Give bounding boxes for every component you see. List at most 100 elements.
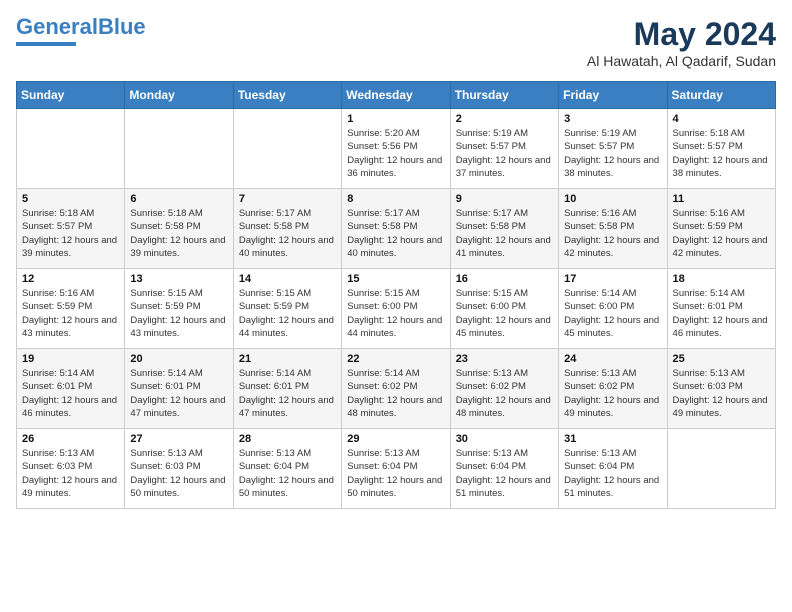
weekday-header-tuesday: Tuesday <box>233 82 341 109</box>
day-number: 23 <box>456 353 553 365</box>
weekday-header-monday: Monday <box>125 82 233 109</box>
calendar-cell: 25 Sunrise: 5:13 AMSunset: 6:03 PMDayligh… <box>667 349 775 429</box>
day-number: 3 <box>564 113 661 125</box>
day-number: 1 <box>347 113 444 125</box>
day-number: 22 <box>347 353 444 365</box>
day-number: 29 <box>347 433 444 445</box>
day-info: Sunrise: 5:15 AMSunset: 5:59 PMDaylight:… <box>239 287 336 340</box>
day-info: Sunrise: 5:14 AMSunset: 6:02 PMDaylight:… <box>347 367 444 420</box>
month-title: May 2024 <box>587 16 776 53</box>
day-info: Sunrise: 5:16 AMSunset: 5:58 PMDaylight:… <box>564 207 661 260</box>
day-number: 11 <box>673 193 770 205</box>
calendar-cell: 14 Sunrise: 5:15 AMSunset: 5:59 PMDayligh… <box>233 269 341 349</box>
day-info: Sunrise: 5:17 AMSunset: 5:58 PMDaylight:… <box>347 207 444 260</box>
day-info: Sunrise: 5:19 AMSunset: 5:57 PMDaylight:… <box>564 127 661 180</box>
day-number: 19 <box>22 353 119 365</box>
day-number: 16 <box>456 273 553 285</box>
day-info: Sunrise: 5:14 AMSunset: 6:00 PMDaylight:… <box>564 287 661 340</box>
weekday-header-row: SundayMondayTuesdayWednesdayThursdayFrid… <box>17 82 776 109</box>
day-number: 6 <box>130 193 227 205</box>
day-info: Sunrise: 5:14 AMSunset: 6:01 PMDaylight:… <box>239 367 336 420</box>
calendar-cell: 16 Sunrise: 5:15 AMSunset: 6:00 PMDayligh… <box>450 269 558 349</box>
logo-text: GeneralBlue <box>16 16 146 38</box>
calendar-cell: 11Sunrise: 5:16 AMSunset: 5:59 PMDayligh… <box>667 189 775 269</box>
day-info: Sunrise: 5:17 AMSunset: 5:58 PMDaylight:… <box>239 207 336 260</box>
day-number: 27 <box>130 433 227 445</box>
calendar-cell: 3 Sunrise: 5:19 AMSunset: 5:57 PMDaylight… <box>559 109 667 189</box>
calendar-cell: 17 Sunrise: 5:14 AMSunset: 6:00 PMDayligh… <box>559 269 667 349</box>
day-number: 21 <box>239 353 336 365</box>
day-number: 2 <box>456 113 553 125</box>
day-number: 31 <box>564 433 661 445</box>
location-title: Al Hawatah, Al Qadarif, Sudan <box>587 53 776 69</box>
day-number: 20 <box>130 353 227 365</box>
day-number: 8 <box>347 193 444 205</box>
day-number: 12 <box>22 273 119 285</box>
day-number: 24 <box>564 353 661 365</box>
day-info: Sunrise: 5:16 AMSunset: 5:59 PMDaylight:… <box>22 287 119 340</box>
day-info: Sunrise: 5:13 AMSunset: 6:04 PMDaylight:… <box>239 447 336 500</box>
logo-bar <box>16 42 76 46</box>
day-number: 4 <box>673 113 770 125</box>
calendar-cell: 18 Sunrise: 5:14 AMSunset: 6:01 PMDayligh… <box>667 269 775 349</box>
day-number: 15 <box>347 273 444 285</box>
weekday-header-saturday: Saturday <box>667 82 775 109</box>
weekday-header-thursday: Thursday <box>450 82 558 109</box>
day-info: Sunrise: 5:17 AMSunset: 5:58 PMDaylight:… <box>456 207 553 260</box>
calendar-cell: 20 Sunrise: 5:14 AMSunset: 6:01 PMDayligh… <box>125 349 233 429</box>
calendar-week-row: 1Sunrise: 5:20 AMSunset: 5:56 PMDaylight… <box>17 109 776 189</box>
day-info: Sunrise: 5:14 AMSunset: 6:01 PMDaylight:… <box>673 287 770 340</box>
day-number: 18 <box>673 273 770 285</box>
calendar-cell: 26 Sunrise: 5:13 AMSunset: 6:03 PMDayligh… <box>17 429 125 509</box>
calendar-cell: 19Sunrise: 5:14 AMSunset: 6:01 PMDayligh… <box>17 349 125 429</box>
calendar-cell: 12 Sunrise: 5:16 AMSunset: 5:59 PMDayligh… <box>17 269 125 349</box>
day-number: 9 <box>456 193 553 205</box>
logo-general: General <box>16 14 98 39</box>
day-number: 25 <box>673 353 770 365</box>
day-number: 5 <box>22 193 119 205</box>
calendar-cell: 23 Sunrise: 5:13 AMSunset: 6:02 PMDayligh… <box>450 349 558 429</box>
calendar-cell: 9 Sunrise: 5:17 AMSunset: 5:58 PMDaylight… <box>450 189 558 269</box>
title-section: May 2024 Al Hawatah, Al Qadarif, Sudan <box>587 16 776 69</box>
logo: GeneralBlue <box>16 16 146 46</box>
calendar-cell: 2 Sunrise: 5:19 AMSunset: 5:57 PMDaylight… <box>450 109 558 189</box>
day-info: Sunrise: 5:15 AMSunset: 6:00 PMDaylight:… <box>456 287 553 340</box>
calendar-cell: 6Sunrise: 5:18 AMSunset: 5:58 PMDaylight… <box>125 189 233 269</box>
day-number: 26 <box>22 433 119 445</box>
calendar-cell <box>125 109 233 189</box>
day-number: 10 <box>564 193 661 205</box>
weekday-header-friday: Friday <box>559 82 667 109</box>
weekday-header-wednesday: Wednesday <box>342 82 450 109</box>
calendar-cell: 21 Sunrise: 5:14 AMSunset: 6:01 PMDayligh… <box>233 349 341 429</box>
calendar-cell: 28 Sunrise: 5:13 AMSunset: 6:04 PMDayligh… <box>233 429 341 509</box>
day-info: Sunrise: 5:13 AMSunset: 6:02 PMDaylight:… <box>456 367 553 420</box>
day-info: Sunrise: 5:19 AMSunset: 5:57 PMDaylight:… <box>456 127 553 180</box>
weekday-header-sunday: Sunday <box>17 82 125 109</box>
day-info: Sunrise: 5:13 AMSunset: 6:03 PMDaylight:… <box>22 447 119 500</box>
day-number: 7 <box>239 193 336 205</box>
page-header: GeneralBlue May 2024 Al Hawatah, Al Qada… <box>16 16 776 69</box>
day-number: 17 <box>564 273 661 285</box>
calendar-cell <box>667 429 775 509</box>
calendar-cell: 8 Sunrise: 5:17 AMSunset: 5:58 PMDaylight… <box>342 189 450 269</box>
calendar-cell: 7 Sunrise: 5:17 AMSunset: 5:58 PMDaylight… <box>233 189 341 269</box>
day-info: Sunrise: 5:13 AMSunset: 6:04 PMDaylight:… <box>347 447 444 500</box>
calendar-cell: 15Sunrise: 5:15 AMSunset: 6:00 PMDayligh… <box>342 269 450 349</box>
calendar-week-row: 26 Sunrise: 5:13 AMSunset: 6:03 PMDayligh… <box>17 429 776 509</box>
calendar-cell: 22 Sunrise: 5:14 AMSunset: 6:02 PMDayligh… <box>342 349 450 429</box>
calendar-cell <box>233 109 341 189</box>
day-info: Sunrise: 5:13 AMSunset: 6:02 PMDaylight:… <box>564 367 661 420</box>
calendar-cell: 5Sunrise: 5:18 AMSunset: 5:57 PMDaylight… <box>17 189 125 269</box>
calendar-cell <box>17 109 125 189</box>
calendar-cell: 13Sunrise: 5:15 AMSunset: 5:59 PMDayligh… <box>125 269 233 349</box>
calendar-cell: 24 Sunrise: 5:13 AMSunset: 6:02 PMDayligh… <box>559 349 667 429</box>
calendar-cell: 31Sunrise: 5:13 AMSunset: 6:04 PMDayligh… <box>559 429 667 509</box>
calendar-cell: 10 Sunrise: 5:16 AMSunset: 5:58 PMDayligh… <box>559 189 667 269</box>
day-info: Sunrise: 5:13 AMSunset: 6:03 PMDaylight:… <box>673 367 770 420</box>
calendar-cell: 30Sunrise: 5:13 AMSunset: 6:04 PMDayligh… <box>450 429 558 509</box>
day-number: 14 <box>239 273 336 285</box>
day-number: 13 <box>130 273 227 285</box>
calendar-cell: 29 Sunrise: 5:13 AMSunset: 6:04 PMDayligh… <box>342 429 450 509</box>
day-number: 28 <box>239 433 336 445</box>
day-info: Sunrise: 5:14 AMSunset: 6:01 PMDaylight:… <box>130 367 227 420</box>
